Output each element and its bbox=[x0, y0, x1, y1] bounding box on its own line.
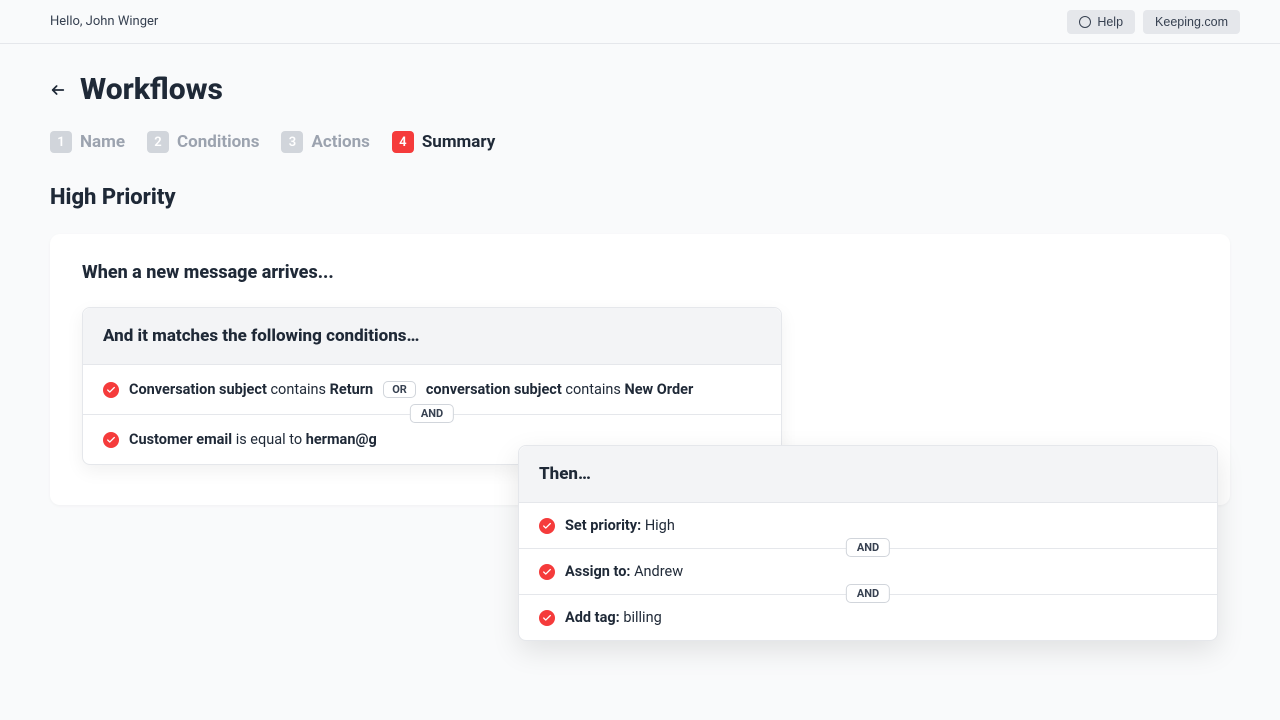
and-chip: AND bbox=[846, 584, 890, 603]
actions-header: Then… bbox=[519, 446, 1217, 503]
conditions-header: And it matches the following conditions… bbox=[83, 308, 781, 365]
action-label: Add tag: bbox=[565, 609, 620, 626]
or-chip: OR bbox=[383, 381, 416, 398]
action-label: Set priority: bbox=[565, 517, 641, 534]
cond-value: herman@g bbox=[306, 431, 377, 448]
greeting-text: Hello, John Winger bbox=[50, 14, 158, 29]
action-value: Andrew bbox=[634, 563, 683, 580]
cond-op: contains bbox=[565, 381, 621, 398]
action-value: High bbox=[645, 517, 675, 534]
step-conditions[interactable]: 2 Conditions bbox=[147, 131, 259, 153]
step-actions[interactable]: 3 Actions bbox=[281, 131, 369, 153]
topbar-actions: Help Keeping.com bbox=[1067, 10, 1240, 34]
site-link-button[interactable]: Keeping.com bbox=[1143, 10, 1240, 34]
check-icon bbox=[103, 432, 119, 448]
step-num: 2 bbox=[147, 131, 169, 153]
step-num: 3 bbox=[281, 131, 303, 153]
step-num: 1 bbox=[50, 131, 72, 153]
check-icon bbox=[539, 610, 555, 626]
cond-value: Return bbox=[330, 381, 374, 398]
step-name[interactable]: 1 Name bbox=[50, 131, 125, 153]
back-arrow-icon[interactable] bbox=[50, 82, 66, 98]
action-value: billing bbox=[623, 609, 661, 626]
cond-op: is equal to bbox=[236, 431, 302, 448]
step-summary[interactable]: 4 Summary bbox=[392, 131, 495, 153]
and-chip: AND bbox=[846, 538, 890, 557]
conditions-card: And it matches the following conditions…… bbox=[82, 307, 782, 465]
stepper: 1 Name 2 Conditions 3 Actions 4 Summary bbox=[50, 131, 1230, 153]
check-icon bbox=[103, 382, 119, 398]
check-icon bbox=[539, 564, 555, 580]
page-title: Workflows bbox=[80, 72, 223, 107]
help-button[interactable]: Help bbox=[1067, 10, 1135, 34]
cond-field: conversation subject bbox=[426, 381, 562, 398]
step-num: 4 bbox=[392, 131, 414, 153]
page-header: Workflows bbox=[50, 72, 1230, 107]
topbar: Hello, John Winger Help Keeping.com bbox=[0, 0, 1280, 44]
workflow-name: High Priority bbox=[50, 185, 1230, 210]
step-label: Name bbox=[80, 132, 125, 152]
actions-card: Then… Set priority: High AND Assign to: … bbox=[518, 445, 1218, 641]
step-label: Summary bbox=[422, 132, 495, 152]
site-label: Keeping.com bbox=[1155, 15, 1228, 29]
action-row: AND Add tag: billing bbox=[519, 594, 1217, 640]
help-icon bbox=[1079, 16, 1091, 28]
step-label: Conditions bbox=[177, 132, 259, 152]
step-label: Actions bbox=[311, 132, 369, 152]
check-icon bbox=[539, 518, 555, 534]
cond-value: New Order bbox=[624, 381, 693, 398]
cond-op: contains bbox=[270, 381, 326, 398]
trigger-text: When a new message arrives... bbox=[82, 262, 1198, 283]
cond-field: Conversation subject bbox=[129, 381, 267, 398]
help-label: Help bbox=[1097, 15, 1123, 29]
and-chip: AND bbox=[410, 404, 454, 423]
action-label: Assign to: bbox=[565, 563, 630, 580]
cond-field: Customer email bbox=[129, 431, 232, 448]
